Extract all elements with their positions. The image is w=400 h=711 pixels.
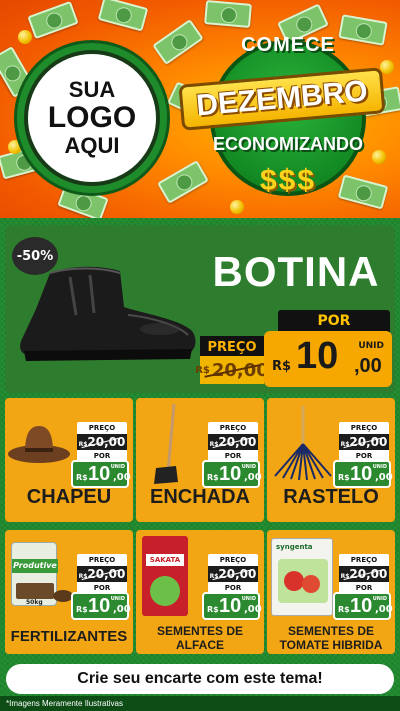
price-integer: 10	[350, 595, 373, 617]
price-integer: 10	[350, 463, 373, 485]
featured-old-price: R$ 20,00	[195, 356, 269, 384]
fertilizer-bag-image: Produtive 50kg	[11, 542, 58, 606]
price-decimal: ,00	[354, 355, 382, 377]
price-tag: R$ 10 ,00 UNID	[71, 460, 131, 488]
price-currency: R$	[272, 359, 292, 374]
price-integer: 10	[296, 335, 339, 377]
price-unit: UNID	[372, 464, 387, 470]
rake-image	[274, 406, 332, 481]
price-currency: R$	[76, 473, 88, 482]
price-currency: R$	[338, 605, 350, 614]
cta-button[interactable]: Crie seu encarte com este tema!	[6, 664, 394, 694]
old-price: R$20,00	[77, 434, 127, 450]
price-currency: R$	[338, 473, 350, 482]
price-decimal: ,00	[244, 472, 262, 483]
product-name-line: ALFACE	[176, 638, 224, 652]
old-price: R$20,00	[208, 434, 258, 450]
logo-line: SUA	[68, 77, 116, 102]
disclaimer-text: *Imagens Meramente Ilustrativas	[6, 699, 123, 708]
price-integer: 10	[88, 595, 111, 617]
packet-brand: syngenta	[276, 543, 313, 551]
product-name: RASTELO	[283, 486, 379, 508]
money-bill-icon	[27, 0, 79, 40]
price-integer: 10	[88, 463, 111, 485]
old-price: R$20,00	[208, 566, 258, 582]
product-name: SEMENTES DE ALFACE	[136, 624, 264, 652]
preco-label: PREÇO	[339, 554, 389, 566]
price-decimal: ,00	[113, 472, 131, 483]
product-name: FERTILIZANTES	[10, 628, 128, 645]
product-name-line: TOMATE HIBRIDA	[279, 638, 383, 652]
price-decimal: ,00	[244, 604, 262, 615]
old-price: R$20,00	[339, 566, 389, 582]
product-card-chapeu[interactable]: PREÇO R$20,00 POR R$ 10 ,00 UNID CHAPEU	[5, 398, 133, 522]
soil-pile	[53, 590, 73, 602]
product-card-enchada[interactable]: PREÇO R$20,00 POR R$ 10 ,00 UNID ENCHADA	[136, 398, 264, 522]
price-tag: R$ 10 ,00 UNID	[202, 592, 262, 620]
old-price: R$20,00	[77, 566, 127, 582]
featured-title: BOTINA	[212, 248, 380, 295]
price-decimal: ,00	[375, 472, 393, 483]
price-unit: UNID	[372, 596, 387, 602]
product-name-line: SEMENTES DE	[156, 624, 243, 638]
hoe-image	[154, 403, 178, 484]
price-unit: UNID	[241, 464, 256, 470]
product-name: ENCHADA	[150, 486, 250, 508]
old-price: R$20,00	[339, 434, 389, 450]
money-bill-icon	[97, 0, 149, 32]
logo-line: LOGO	[47, 101, 137, 134]
price-unit: UNID	[358, 341, 384, 351]
bag-brand: Produtive	[12, 559, 58, 573]
preco-label: PREÇO	[77, 422, 127, 434]
product-card-sementes-alface[interactable]: SAKATA PREÇO R$20,00 POR R$ 10 ,00 UNID …	[136, 530, 264, 654]
product-name: CHAPEU	[26, 486, 112, 508]
logo-line: AQUI	[64, 133, 120, 158]
price-unit: UNID	[110, 464, 125, 470]
coin-icon	[18, 30, 32, 44]
bag-weight: 50kg	[26, 599, 43, 606]
campaign-emblem: COMECE DEZEMBRO ECONOMIZANDO $$$	[178, 30, 388, 208]
emblem-money-text: $$$	[259, 164, 317, 197]
emblem-sub-text: ECONOMIZANDO	[213, 134, 363, 154]
seed-packet-image: syngenta	[271, 538, 333, 616]
header-banner: SUA LOGO AQUI COMECE DEZEMBRO ECONOMIZAN…	[0, 0, 400, 218]
price-integer: 10	[219, 595, 242, 617]
price-tag: R$ 10 ,00 UNID	[333, 592, 393, 620]
discount-badge: -50%	[12, 237, 58, 275]
hat-image	[8, 426, 70, 463]
product-name-line: SEMENTES DE	[287, 624, 374, 638]
featured-por-label: POR	[278, 310, 390, 332]
emblem-main-text: DEZEMBRO	[195, 74, 369, 123]
preco-label: PREÇO	[77, 554, 127, 566]
featured-preco-label: PREÇO	[200, 336, 264, 358]
old-currency: R$	[195, 364, 210, 376]
price-currency: R$	[207, 605, 219, 614]
price-tag: R$ 10 ,00 UNID	[333, 460, 393, 488]
price-integer: 10	[219, 463, 242, 485]
product-name: SEMENTES DE TOMATE HIBRIDA	[267, 624, 395, 652]
seed-packet-image: SAKATA	[142, 536, 188, 616]
price-unit: UNID	[110, 596, 125, 602]
product-card-sementes-tomate[interactable]: syngenta PREÇO R$20,00 POR R$ 10 ,00 UNI…	[267, 530, 395, 654]
price-decimal: ,00	[375, 604, 393, 615]
price-unit: UNID	[241, 596, 256, 602]
product-card-rastelo[interactable]: PREÇO R$20,00 POR R$ 10 ,00 UNID RASTELO	[267, 398, 395, 522]
money-bill-icon	[204, 0, 252, 28]
emblem-top-text: COMECE	[241, 34, 335, 56]
price-decimal: ,00	[113, 604, 131, 615]
logo-placeholder[interactable]: SUA LOGO AQUI	[24, 50, 160, 186]
preco-label: PREÇO	[208, 554, 258, 566]
price-tag: R$ 10 ,00 UNID	[202, 460, 262, 488]
price-currency: R$	[76, 605, 88, 614]
product-card-fertilizantes[interactable]: Produtive 50kg PREÇO R$20,00 POR R$ 10 ,…	[5, 530, 133, 654]
preco-label: PREÇO	[208, 422, 258, 434]
price-currency: R$	[207, 473, 219, 482]
preco-label: PREÇO	[339, 422, 389, 434]
price-tag: R$ 10 ,00 UNID	[71, 592, 131, 620]
featured-price: R$ 10 ,00 UNID	[264, 331, 392, 387]
packet-brand: SAKATA	[146, 554, 184, 566]
